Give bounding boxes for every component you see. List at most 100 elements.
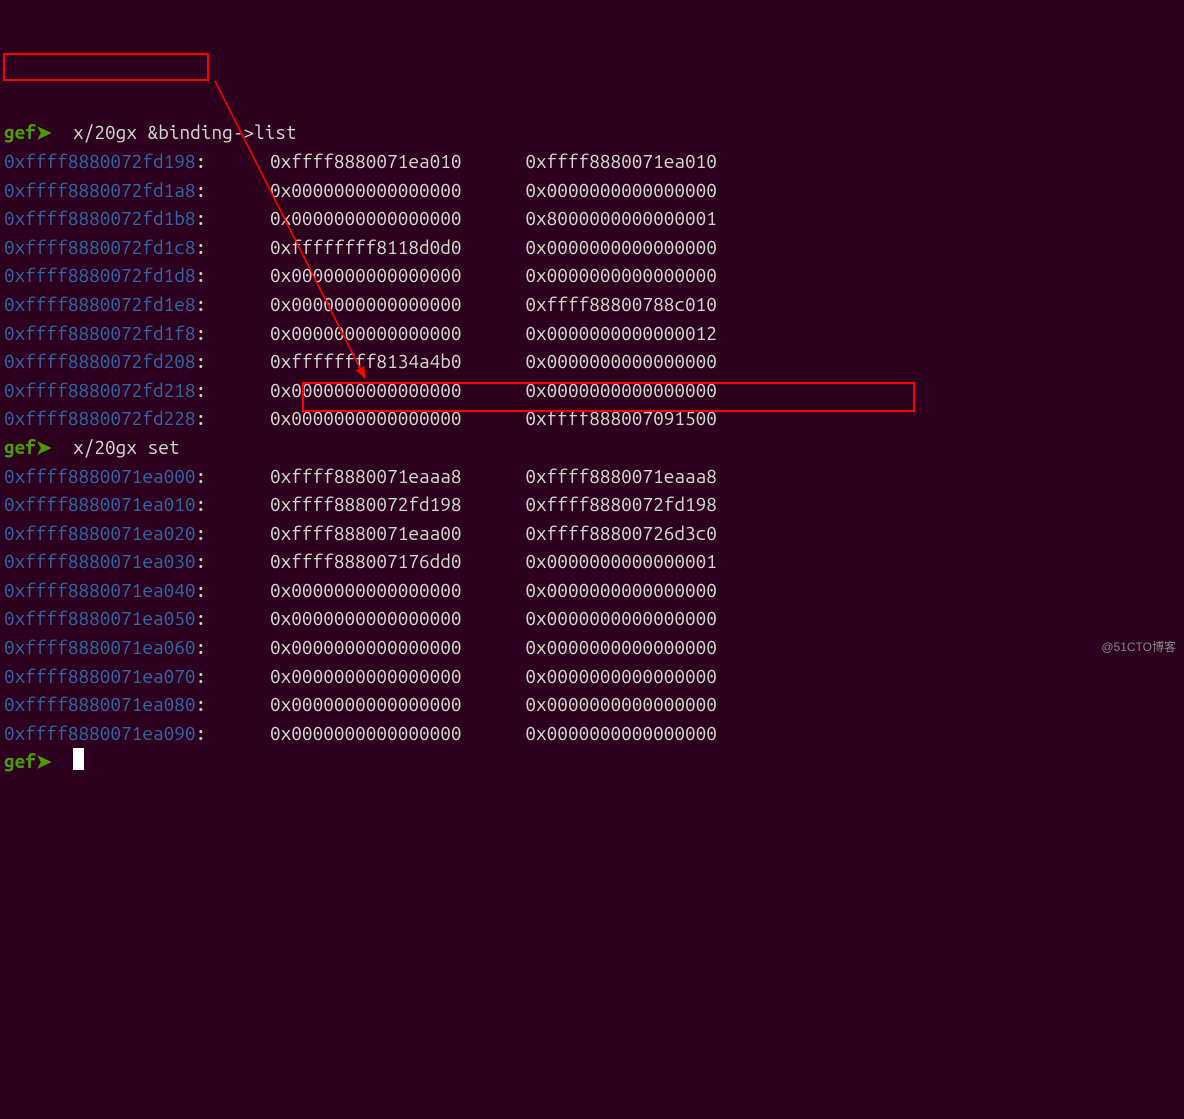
memory-value-1: 0x0000000000000000 [206,293,461,315]
memory-row: 0xffff8880072fd218: 0x0000000000000000 0… [4,376,1180,405]
colon: : [196,407,207,429]
gef-prompt: gef➤ [4,121,52,143]
memory-row: 0xffff8880072fd1a8: 0x0000000000000000 0… [4,176,1180,205]
colon: : [196,493,207,515]
memory-value-1: 0x0000000000000000 [206,322,461,344]
memory-row: 0xffff8880071ea090: 0x0000000000000000 0… [4,719,1180,748]
colon: : [196,465,207,487]
memory-row: 0xffff8880072fd1c8: 0xffffffff8118d0d0 0… [4,233,1180,262]
watermark: @51CTO博客 [1101,633,1176,662]
memory-value-1: 0x0000000000000000 [206,407,461,429]
memory-row: 0xffff8880071ea010: 0xffff8880072fd198 0… [4,490,1180,519]
memory-address: 0xffff8880071ea080 [4,693,196,715]
memory-row: 0xffff8880071ea060: 0x0000000000000000 0… [4,633,1180,662]
colon: : [196,693,207,715]
memory-value-1: 0xffff8880072fd198 [206,493,461,515]
colon: : [196,579,207,601]
command-line[interactable]: gef➤ x/20gx &binding->list [4,118,1180,147]
memory-address: 0xffff8880072fd1c8 [4,236,196,258]
memory-address: 0xffff8880071ea050 [4,607,196,629]
memory-address: 0xffff8880072fd1a8 [4,179,196,201]
command-line[interactable]: gef➤ x/20gx set [4,433,1180,462]
colon: : [196,322,207,344]
memory-value-1: 0x0000000000000000 [206,264,461,286]
memory-address: 0xffff8880071ea010 [4,493,196,515]
gef-prompt: gef➤ [4,750,52,772]
colon: : [196,550,207,572]
memory-address: 0xffff8880072fd208 [4,350,196,372]
memory-row: 0xffff8880071ea020: 0xffff8880071eaa00 0… [4,519,1180,548]
memory-value-1: 0x0000000000000000 [206,636,461,658]
memory-value-1: 0x0000000000000000 [206,207,461,229]
memory-value-2: 0x0000000000000000 [462,264,717,286]
memory-value-2: 0x0000000000000000 [462,350,717,372]
command-text: x/20gx &binding->list [73,121,296,143]
memory-value-2: 0x0000000000000000 [462,636,717,658]
memory-address: 0xffff8880071ea060 [4,636,196,658]
memory-value-1: 0xffffffff8118d0d0 [206,236,461,258]
memory-address: 0xffff8880072fd198 [4,150,196,172]
memory-value-2: 0x0000000000000012 [462,322,717,344]
colon: : [196,236,207,258]
memory-value-2: 0xffff8880072fd198 [462,493,717,515]
memory-value-1: 0xffff888007176dd0 [206,550,461,572]
memory-value-2: 0x0000000000000001 [462,550,717,572]
colon: : [196,207,207,229]
memory-row: 0xffff8880072fd208: 0xffffffff8134a4b0 0… [4,347,1180,376]
memory-row: 0xffff8880071ea050: 0x0000000000000000 0… [4,604,1180,633]
colon: : [196,150,207,172]
memory-row: 0xffff8880072fd228: 0x0000000000000000 0… [4,404,1180,433]
memory-row: 0xffff8880072fd1f8: 0x0000000000000000 0… [4,319,1180,348]
memory-address: 0xffff8880072fd1b8 [4,207,196,229]
memory-value-2: 0xffff8880071eaaa8 [462,465,717,487]
memory-address: 0xffff8880071ea000 [4,465,196,487]
colon: : [196,722,207,744]
cursor [73,748,84,770]
memory-value-2: 0x0000000000000000 [462,379,717,401]
colon: : [196,350,207,372]
memory-value-2: 0x8000000000000001 [462,207,717,229]
memory-value-2: 0x0000000000000000 [462,236,717,258]
memory-address: 0xffff8880072fd1f8 [4,322,196,344]
memory-row: 0xffff8880071ea030: 0xffff888007176dd0 0… [4,547,1180,576]
command-line[interactable]: gef➤ [4,747,1180,776]
memory-row: 0xffff8880072fd1d8: 0x0000000000000000 0… [4,261,1180,290]
memory-value-2: 0x0000000000000000 [462,607,717,629]
memory-row: 0xffff8880072fd198: 0xffff8880071ea010 0… [4,147,1180,176]
colon: : [196,636,207,658]
memory-value-1: 0xffffffff8134a4b0 [206,350,461,372]
memory-row: 0xffff8880072fd1e8: 0x0000000000000000 0… [4,290,1180,319]
colon: : [196,179,207,201]
memory-value-2: 0xffff888007091500 [462,407,717,429]
memory-value-1: 0x0000000000000000 [206,379,461,401]
colon: : [196,379,207,401]
memory-value-2: 0xffff88800788c010 [462,293,717,315]
memory-row: 0xffff8880071ea040: 0x0000000000000000 0… [4,576,1180,605]
memory-row: 0xffff8880071ea070: 0x0000000000000000 0… [4,662,1180,691]
memory-row: 0xffff8880072fd1b8: 0x0000000000000000 0… [4,204,1180,233]
memory-address: 0xffff8880072fd1d8 [4,264,196,286]
memory-address: 0xffff8880071ea030 [4,550,196,572]
memory-value-2: 0x0000000000000000 [462,579,717,601]
memory-address: 0xffff8880072fd228 [4,407,196,429]
memory-row: 0xffff8880071ea000: 0xffff8880071eaaa8 0… [4,462,1180,491]
memory-value-2: 0x0000000000000000 [462,722,717,744]
memory-address: 0xffff8880071ea040 [4,579,196,601]
memory-address: 0xffff8880072fd218 [4,379,196,401]
memory-value-1: 0x0000000000000000 [206,607,461,629]
colon: : [196,607,207,629]
memory-value-1: 0x0000000000000000 [206,693,461,715]
memory-value-1: 0x0000000000000000 [206,179,461,201]
memory-value-1: 0x0000000000000000 [206,579,461,601]
memory-value-1: 0xffff8880071eaaa8 [206,465,461,487]
gef-prompt: gef➤ [4,436,52,458]
memory-value-1: 0x0000000000000000 [206,722,461,744]
memory-row: 0xffff8880071ea080: 0x0000000000000000 0… [4,690,1180,719]
colon: : [196,293,207,315]
memory-value-2: 0xffff88800726d3c0 [462,522,717,544]
command-text: x/20gx set [73,436,179,458]
memory-value-2: 0xffff8880071ea010 [462,150,717,172]
memory-address: 0xffff8880072fd1e8 [4,293,196,315]
colon: : [196,522,207,544]
colon: : [196,264,207,286]
